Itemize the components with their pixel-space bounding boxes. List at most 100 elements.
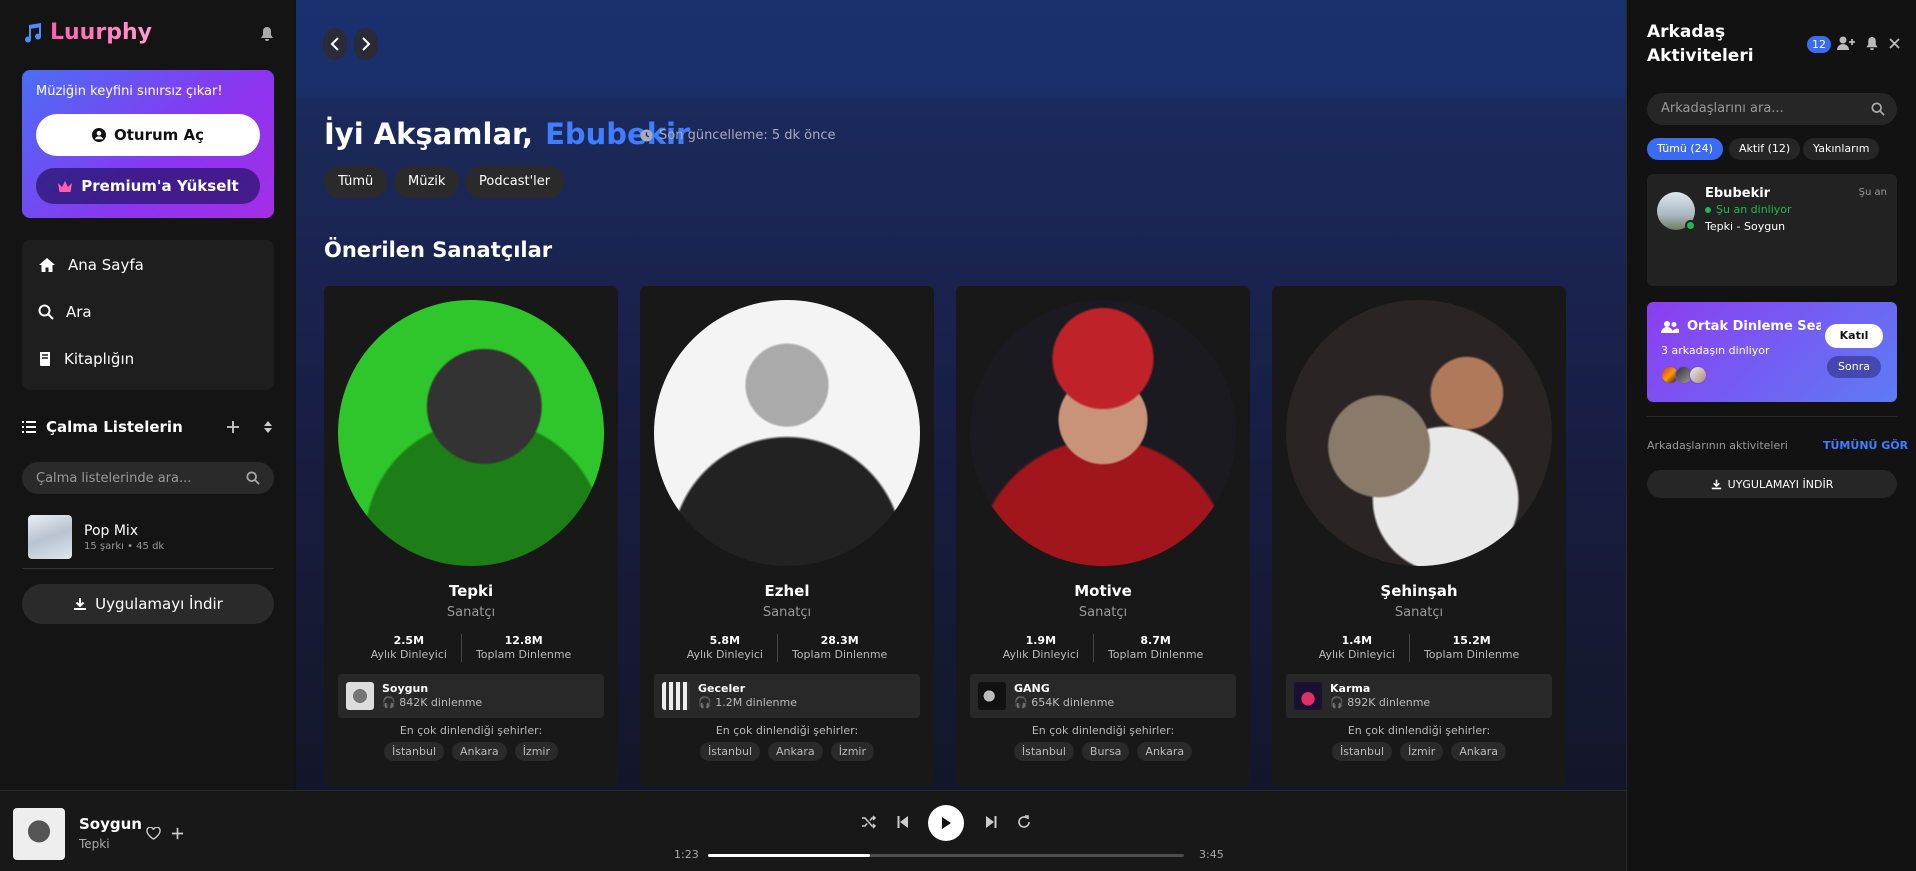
top-song[interactable]: GANG 🎧 654K dinlenme: [970, 674, 1236, 718]
playlist-item[interactable]: Pop Mix 15 şarkı • 45 dk: [28, 515, 164, 559]
download-app-button[interactable]: Uygulamayı İndir: [22, 584, 274, 624]
activity-label: Arkadaşlarının aktiviteleri: [1647, 439, 1788, 452]
artist-card[interactable]: Tepki Sanatçı 2.5M Aylık Dinleyici 12.8M T…: [324, 286, 618, 786]
progress-fill: [708, 854, 870, 857]
login-label: Oturum Aç: [113, 126, 205, 144]
friend-filter-all[interactable]: Tümü (24): [1647, 138, 1723, 160]
friend-filter-nearby[interactable]: Yakınlarım: [1803, 138, 1880, 160]
nav-search-label: Ara: [66, 303, 92, 321]
later-button[interactable]: Sonra: [1827, 356, 1881, 378]
song-plays: 654K dinlenme: [1031, 696, 1115, 709]
last-update: Son güncelleme: 5 dk önce: [640, 128, 836, 143]
city-tag: Ankara: [768, 742, 823, 761]
heart-icon[interactable]: [146, 827, 161, 840]
artist-card[interactable]: Motive Sanatçı 1.9M Aylık Dinleyici 8.7M T…: [956, 286, 1250, 786]
search-icon: [246, 471, 260, 485]
monthly-listeners: 1.9M: [1025, 634, 1057, 647]
forward-button[interactable]: [354, 28, 378, 60]
artist-name: Şehinşah: [1380, 582, 1458, 600]
section-title: Önerilen Sanatçılar: [324, 238, 553, 262]
login-button[interactable]: Oturum Aç: [36, 114, 260, 156]
download-app-button[interactable]: UYGULAMAYI İNDİR: [1647, 470, 1897, 498]
playlist-search-input[interactable]: Çalma listelerinde ara...: [22, 462, 274, 494]
friend-activity-card[interactable]: Ebubekir Şu an Şu an dinliyor Tepki - So…: [1647, 174, 1897, 286]
join-session-button[interactable]: Katıl: [1825, 324, 1883, 348]
headphones-icon: 🎧: [382, 696, 400, 709]
nav-search[interactable]: Ara: [38, 303, 92, 321]
city-tag: Ankara: [452, 742, 507, 761]
now-playing-cover[interactable]: [13, 808, 65, 860]
home-icon: [39, 258, 55, 272]
plus-icon[interactable]: [171, 827, 184, 840]
friend-filter-active[interactable]: Aktif (12): [1729, 138, 1801, 160]
city-tag: İstanbul: [383, 742, 444, 761]
bell-icon[interactable]: [260, 26, 274, 42]
friend-track: Tepki - Soygun: [1705, 220, 1786, 233]
top-song[interactable]: Soygun 🎧 842K dinlenme: [338, 674, 604, 718]
nav-library[interactable]: Kitaplığın: [38, 350, 134, 368]
friend-name: Ebubekir: [1705, 186, 1771, 201]
status-dot: [1705, 206, 1711, 213]
artist-role: Sanatçı: [1078, 605, 1128, 620]
artist-stats: 1.9M Aylık Dinleyici 8.7M Toplam Dinlenme: [956, 634, 1250, 662]
total-plays: 12.8M: [504, 634, 543, 647]
artist-card[interactable]: Ezhel Sanatçı 5.8M Aylık Dinleyici 28.3M T…: [640, 286, 934, 786]
bell-icon[interactable]: [1865, 36, 1879, 51]
next-icon[interactable]: [985, 815, 997, 829]
sort-icon[interactable]: [262, 420, 274, 434]
top-song[interactable]: Karma 🎧 892K dinlenme: [1286, 674, 1552, 718]
total-plays: 28.3M: [820, 634, 859, 647]
artist-stats: 1.4M Aylık Dinleyici 15.2M Toplam Dinlenme: [1272, 634, 1566, 662]
song-title: GANG: [1014, 682, 1050, 695]
previous-icon[interactable]: [897, 815, 909, 829]
friend-activity-panel: Arkadaş Aktiviteleri 12 Arkadaşlarını ar…: [1626, 0, 1916, 871]
progress-bar[interactable]: [708, 854, 1184, 857]
play-button[interactable]: [928, 805, 964, 841]
city-tag: Ankara: [1137, 742, 1193, 761]
see-all-link[interactable]: TÜMÜNÜ GÖR: [1823, 439, 1908, 452]
cities-label: En çok dinlendiği şehirler:: [715, 724, 859, 737]
total-label: Toplam Dinlenme: [791, 648, 888, 661]
back-button[interactable]: [323, 28, 347, 60]
city-tag: İstanbul: [1331, 742, 1392, 761]
shuffle-icon[interactable]: [861, 815, 877, 829]
friend-time: Şu an: [1858, 187, 1887, 198]
chevron-right-icon: [362, 37, 371, 51]
session-subtitle: 3 arkadaşın dinliyor: [1661, 344, 1770, 357]
headphones-icon: 🎧: [1014, 696, 1032, 709]
playlist-cover: [28, 515, 72, 559]
monthly-label: Aylık Dinleyici: [1318, 648, 1395, 661]
artist-card[interactable]: Şehinşah Sanatçı 1.4M Aylık Dinleyici 15.…: [1272, 286, 1566, 786]
artist-name: Ezhel: [764, 582, 810, 600]
artist-photo: [654, 300, 920, 566]
session-avatars: [1661, 366, 1707, 384]
app-logo[interactable]: Luurphy: [20, 20, 152, 45]
filter-all[interactable]: Tümü: [324, 166, 388, 198]
city-list: İstanbul Ankara İzmir: [324, 742, 618, 761]
promo-card: Müziğin keyfini sınırsız çıkar! Oturum A…: [22, 70, 274, 218]
filter-podcasts[interactable]: Podcast'ler: [465, 166, 565, 198]
filter-music[interactable]: Müzik: [394, 166, 460, 198]
city-tag: İstanbul: [1013, 742, 1074, 761]
city-tag: Bursa: [1081, 742, 1130, 761]
download-app-label: UYGULAMAYI İNDİR: [1727, 477, 1834, 491]
repeat-icon[interactable]: [1017, 815, 1031, 829]
song-cover: [662, 682, 690, 710]
plus-icon[interactable]: [226, 420, 240, 434]
monthly-listeners: 2.5M: [393, 634, 425, 647]
music-note-icon: [25, 22, 42, 43]
avatar: [1689, 366, 1707, 384]
friend-search-input[interactable]: Arkadaşlarını ara...: [1647, 93, 1897, 125]
chevron-left-icon: [330, 37, 339, 51]
now-playing-title[interactable]: Soygun: [79, 815, 142, 833]
nav-home[interactable]: Ana Sayfa: [38, 256, 144, 274]
city-tag: İzmir: [514, 742, 558, 761]
top-song[interactable]: Geceler 🎧 1.2M dinlenme: [654, 674, 920, 718]
monthly-listeners: 5.8M: [709, 634, 741, 647]
divider: [1647, 416, 1897, 417]
now-playing-artist[interactable]: Tepki: [79, 837, 110, 851]
close-icon[interactable]: [1889, 38, 1900, 49]
premium-button[interactable]: Premium'a Yükselt: [36, 168, 260, 204]
add-friend-icon[interactable]: [1837, 36, 1855, 51]
app-name: Luurphy: [50, 20, 152, 45]
